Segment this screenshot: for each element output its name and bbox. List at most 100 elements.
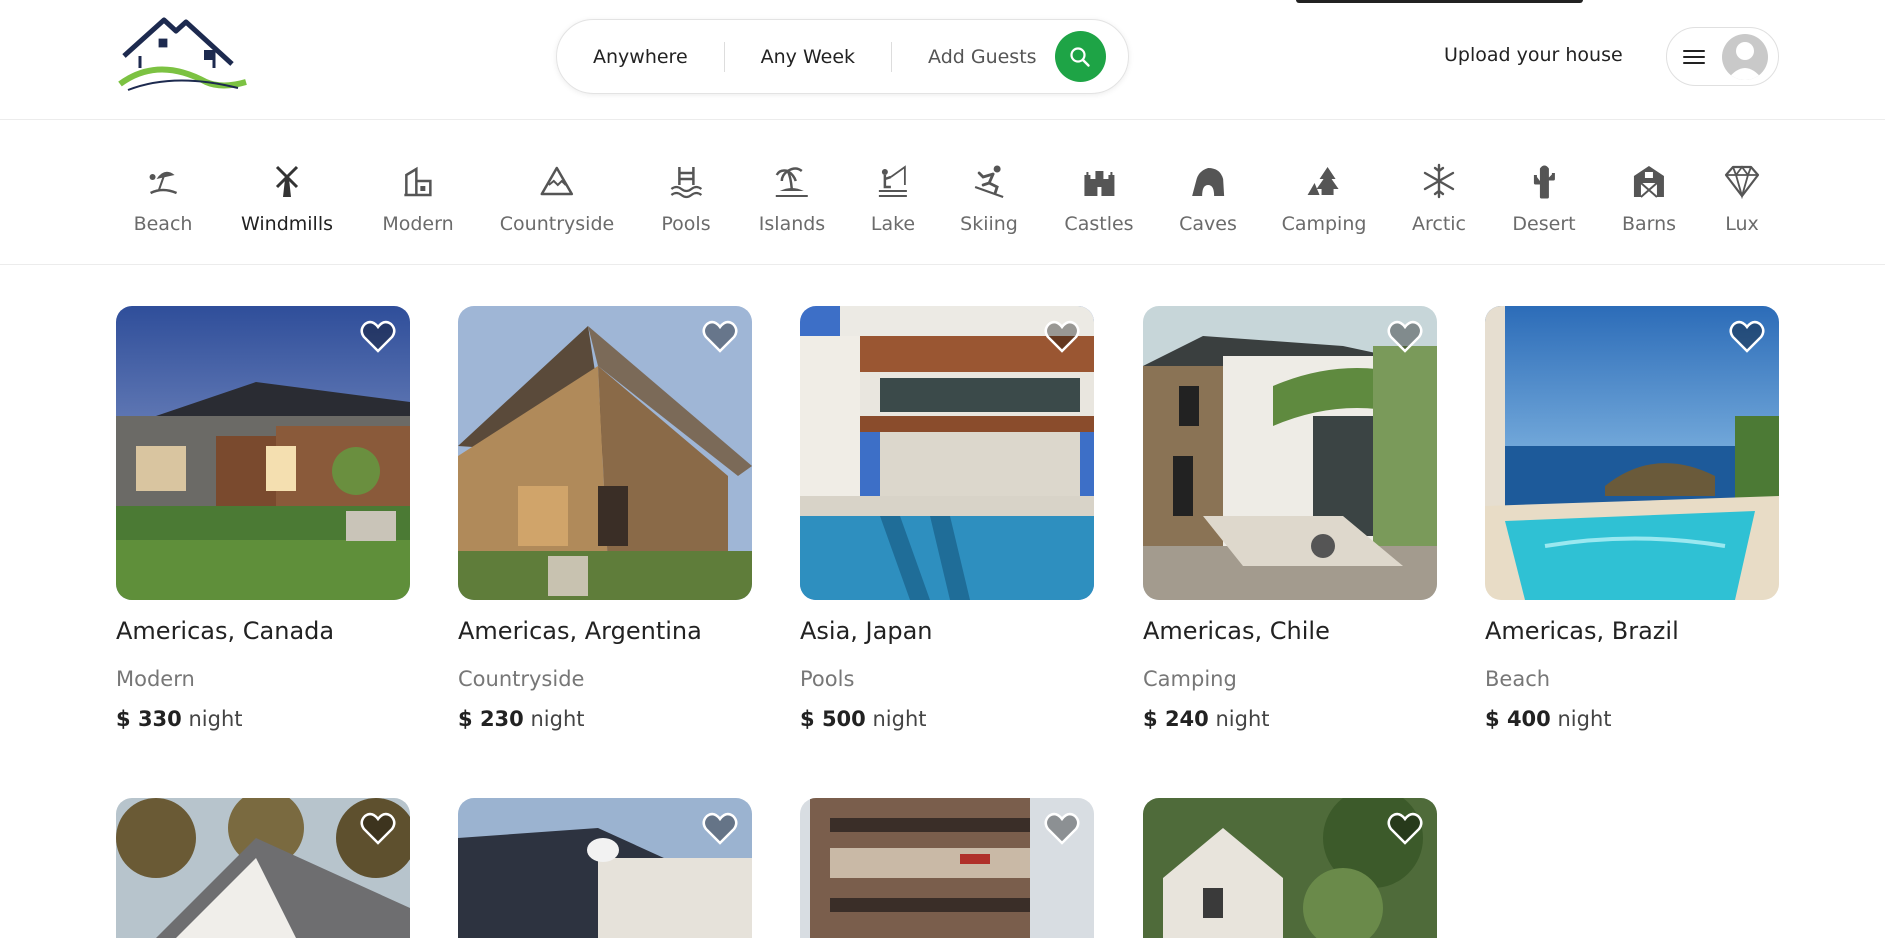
listing-category: Camping (1143, 667, 1237, 691)
skiing-icon (969, 161, 1009, 201)
category-barns[interactable]: Barns (1622, 161, 1676, 235)
listing-card[interactable]: Americas, Canada Modern $ 330 night (116, 306, 410, 731)
listing-card[interactable]: Asia, Japan Pools $ 500 night (800, 306, 1094, 731)
windmill-icon (267, 161, 307, 201)
heart-icon[interactable] (1387, 320, 1423, 354)
barn-icon (1629, 161, 1669, 201)
listing-category: Countryside (458, 667, 585, 691)
house-logo-icon[interactable] (118, 16, 258, 96)
listing-price: $ 230 night (458, 707, 585, 731)
listing-card[interactable]: Americas, Chile Camping $ 240 night (1143, 306, 1437, 731)
category-desert[interactable]: Desert (1512, 161, 1576, 235)
listing-category: Beach (1485, 667, 1551, 691)
category-bar: Beach Windmills Modern Countryside Pools… (0, 121, 1885, 265)
user-menu-button[interactable] (1666, 27, 1779, 86)
heart-icon[interactable] (360, 320, 396, 354)
category-label: Lake (870, 213, 916, 235)
modern-icon (398, 161, 438, 201)
category-arctic[interactable]: Arctic (1412, 161, 1466, 235)
listing-photo[interactable] (1143, 798, 1437, 938)
category-modern[interactable]: Modern (382, 161, 454, 235)
category-label: Pools (661, 213, 711, 235)
listing-photo[interactable] (1485, 306, 1779, 600)
listing-location: Americas, Brazil (1485, 617, 1679, 645)
listing-card[interactable] (116, 798, 410, 938)
cave-icon (1188, 161, 1228, 201)
category-skiing[interactable]: Skiing (960, 161, 1018, 235)
heart-icon[interactable] (1729, 320, 1765, 354)
listing-location: Asia, Japan (800, 617, 933, 645)
cactus-icon (1524, 161, 1564, 201)
heart-icon[interactable] (1044, 812, 1080, 846)
category-label: Windmills (241, 213, 333, 235)
castle-icon (1079, 161, 1119, 201)
listing-price: $ 240 night (1143, 707, 1270, 731)
listing-photo[interactable] (458, 798, 752, 938)
category-label: Skiing (960, 213, 1018, 235)
heart-icon[interactable] (702, 812, 738, 846)
category-label: Caves (1179, 213, 1237, 235)
listing-photo[interactable] (800, 798, 1094, 938)
listing-price: $ 500 night (800, 707, 927, 731)
listing-photo[interactable] (1143, 306, 1437, 600)
mountain-icon (537, 161, 577, 201)
category-pools[interactable]: Pools (661, 161, 711, 235)
top-strip (1296, 0, 1583, 3)
upload-house-link[interactable]: Upload your house (1444, 44, 1623, 66)
avatar-icon (1722, 34, 1768, 80)
heart-icon[interactable] (702, 320, 738, 354)
menu-icon (1683, 49, 1705, 64)
category-lake[interactable]: Lake (871, 161, 915, 235)
search-guests[interactable]: Add Guests (892, 46, 1055, 68)
search-icon (1070, 46, 1090, 67)
header: Anywhere Any Week Add Guests Upload your… (0, 0, 1885, 120)
category-castles[interactable]: Castles (1064, 161, 1134, 235)
category-caves[interactable]: Caves (1179, 161, 1237, 235)
listing-photo[interactable] (458, 306, 752, 600)
category-label: Islands (758, 213, 826, 235)
listing-card[interactable]: Americas, Argentina Countryside $ 230 ni… (458, 306, 752, 731)
category-lux[interactable]: Lux (1722, 161, 1762, 235)
pool-icon (666, 161, 706, 201)
listing-card[interactable] (1143, 798, 1437, 938)
listing-card[interactable] (458, 798, 752, 938)
category-label: Lux (1725, 213, 1759, 235)
category-label: Barns (1621, 213, 1677, 235)
category-countryside[interactable]: Countryside (500, 161, 614, 235)
listing-card[interactable]: Americas, Brazil Beach $ 400 night (1485, 306, 1779, 731)
heart-icon[interactable] (1387, 812, 1423, 846)
listing-location: Americas, Argentina (458, 617, 702, 645)
category-beach[interactable]: Beach (133, 161, 193, 235)
island-icon (772, 161, 812, 201)
listing-category: Pools (800, 667, 855, 691)
category-label: Arctic (1411, 213, 1467, 235)
category-label: Castles (1064, 213, 1134, 235)
listing-price: $ 330 night (116, 707, 243, 731)
category-windmills[interactable]: Windmills (241, 161, 333, 235)
listing-photo[interactable] (116, 306, 410, 600)
beach-icon (143, 161, 183, 201)
heart-icon[interactable] (1044, 320, 1080, 354)
category-label: Beach (133, 213, 193, 235)
lake-icon (873, 161, 913, 201)
listing-location: Americas, Chile (1143, 617, 1330, 645)
category-label: Countryside (499, 213, 615, 235)
category-label: Modern (382, 213, 454, 235)
search-when[interactable]: Any Week (725, 46, 891, 68)
search-bar[interactable]: Anywhere Any Week Add Guests (556, 19, 1129, 94)
snowflake-icon (1419, 161, 1459, 201)
listing-location: Americas, Canada (116, 617, 335, 645)
category-label: Camping (1281, 213, 1367, 235)
camping-icon (1304, 161, 1344, 201)
category-camping[interactable]: Camping (1281, 161, 1367, 235)
listing-price: $ 400 night (1485, 707, 1612, 731)
heart-icon[interactable] (360, 812, 396, 846)
listing-card[interactable] (800, 798, 1094, 938)
diamond-icon (1722, 161, 1762, 201)
listing-photo[interactable] (116, 798, 410, 938)
search-button[interactable] (1054, 31, 1106, 82)
search-where[interactable]: Anywhere (557, 46, 724, 68)
category-islands[interactable]: Islands (759, 161, 825, 235)
listing-photo[interactable] (800, 306, 1094, 600)
listing-category: Modern (116, 667, 195, 691)
